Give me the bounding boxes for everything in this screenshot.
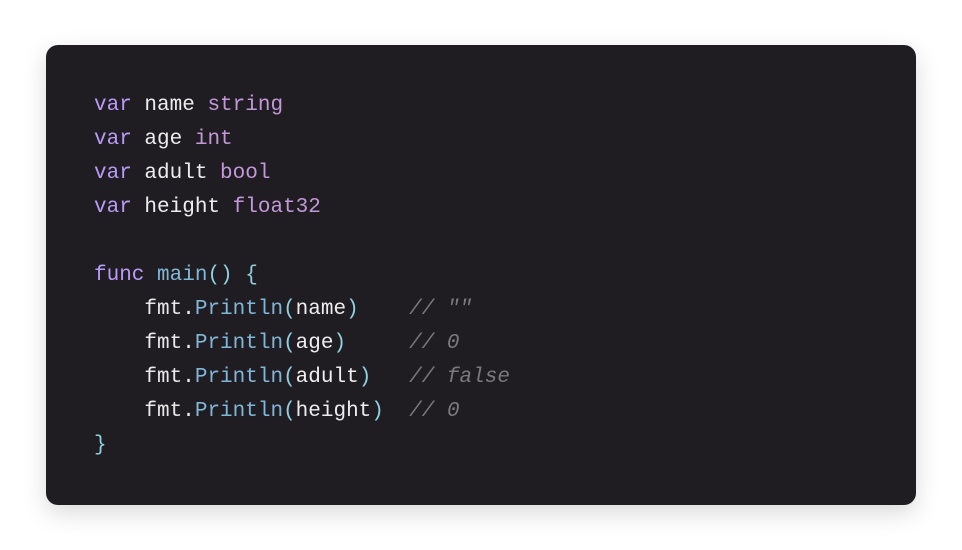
dot: .	[182, 400, 195, 423]
package: fmt	[144, 366, 182, 389]
method: Println	[195, 400, 283, 423]
keyword-var: var	[94, 196, 132, 219]
close-paren: )	[333, 332, 346, 355]
decl-line: var name string	[94, 89, 868, 123]
indent	[94, 332, 144, 355]
func-signature-line: func main() {	[94, 259, 868, 293]
method: Println	[195, 298, 283, 321]
method: Println	[195, 332, 283, 355]
arg: name	[296, 298, 346, 321]
comment-prefix: //	[409, 298, 447, 321]
indent	[94, 298, 144, 321]
decl-line: var height float32	[94, 191, 868, 225]
code-block: var name string var age int var adult bo…	[46, 45, 916, 505]
close-paren: )	[371, 400, 384, 423]
identifier: height	[144, 196, 220, 219]
arg: adult	[296, 366, 359, 389]
method: Println	[195, 366, 283, 389]
package: fmt	[144, 332, 182, 355]
keyword-var: var	[94, 128, 132, 151]
type: string	[207, 94, 283, 117]
dot: .	[182, 332, 195, 355]
comment-value: 0	[447, 332, 460, 355]
stmt-line: fmt.Println(height) // 0	[94, 395, 868, 429]
stmt-line: fmt.Println(name) // ""	[94, 293, 868, 327]
open-paren: (	[283, 298, 296, 321]
indent	[94, 400, 144, 423]
dot: .	[182, 298, 195, 321]
identifier: name	[144, 94, 194, 117]
parens: ()	[207, 264, 232, 287]
identifier: age	[144, 128, 182, 151]
comment-prefix: //	[409, 332, 447, 355]
gap	[346, 332, 409, 355]
arg: height	[296, 400, 372, 423]
close-brace-line: }	[94, 429, 868, 463]
close-paren: )	[346, 298, 359, 321]
comment-prefix: //	[409, 400, 447, 423]
comment-value: ""	[447, 298, 472, 321]
close-paren: )	[359, 366, 372, 389]
package: fmt	[144, 298, 182, 321]
blank-line	[94, 225, 868, 259]
stmt-line: fmt.Println(adult) // false	[94, 361, 868, 395]
indent	[94, 366, 144, 389]
keyword-var: var	[94, 94, 132, 117]
keyword-func: func	[94, 264, 144, 287]
identifier: adult	[144, 162, 207, 185]
package: fmt	[144, 400, 182, 423]
open-paren: (	[283, 400, 296, 423]
gap	[371, 366, 409, 389]
type: bool	[220, 162, 270, 185]
stmt-line: fmt.Println(age) // 0	[94, 327, 868, 361]
dot: .	[182, 366, 195, 389]
decl-line: var adult bool	[94, 157, 868, 191]
type: float32	[233, 196, 321, 219]
func-name: main	[157, 264, 207, 287]
gap	[359, 298, 409, 321]
comment-value: 0	[447, 400, 460, 423]
open-brace: {	[233, 264, 258, 287]
comment-value: false	[447, 366, 510, 389]
type: int	[195, 128, 233, 151]
decl-line: var age int	[94, 123, 868, 157]
keyword-var: var	[94, 162, 132, 185]
comment-prefix: //	[409, 366, 447, 389]
close-brace: }	[94, 434, 107, 457]
open-paren: (	[283, 366, 296, 389]
open-paren: (	[283, 332, 296, 355]
gap	[384, 400, 409, 423]
arg: age	[296, 332, 334, 355]
